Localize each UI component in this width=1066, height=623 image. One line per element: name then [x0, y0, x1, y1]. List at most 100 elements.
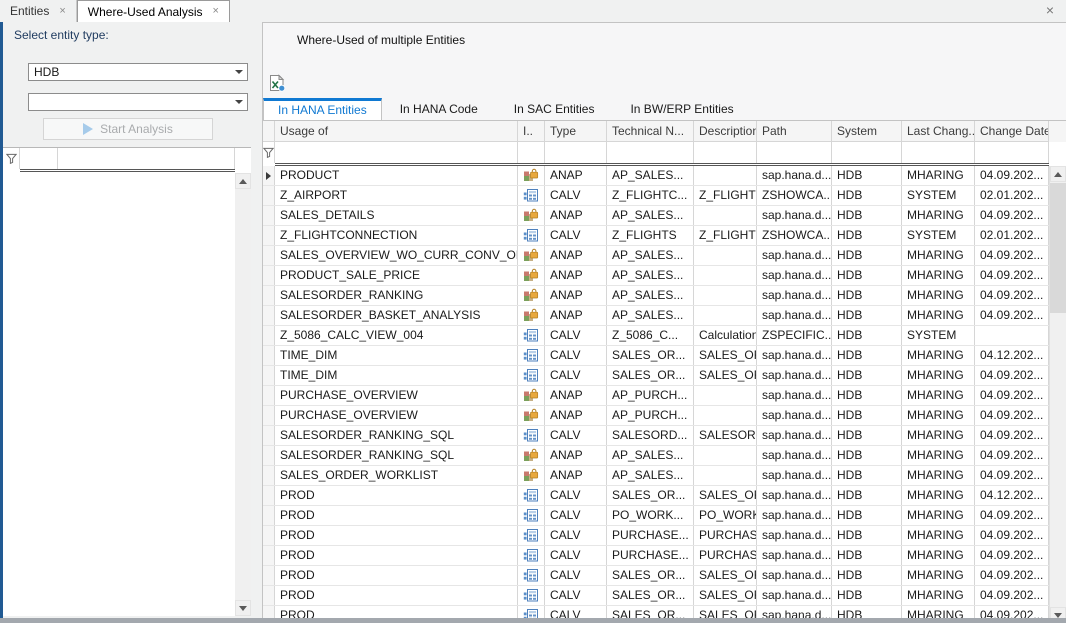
filter-cell[interactable]	[275, 142, 518, 163]
column-header-change-date[interactable]: Change Date	[975, 121, 1049, 142]
filter-cell[interactable]	[694, 142, 757, 163]
chevron-down-icon[interactable]	[231, 94, 247, 110]
chevron-down-icon[interactable]	[231, 64, 247, 80]
last-changed-cell: MHARING	[902, 386, 975, 405]
column-header-usage-of[interactable]: Usage of	[275, 121, 518, 142]
calv-icon	[518, 586, 545, 605]
table-row[interactable]: SALESORDER_BASKET_ANALYSIS ANAP AP_SALES…	[263, 306, 1066, 326]
row-indicator	[263, 246, 275, 265]
filter-funnel-icon[interactable]	[3, 148, 20, 169]
table-row[interactable]: SALESORDER_RANKING_SQL ANAP AP_SALES... …	[263, 446, 1066, 466]
excel-export-icon	[268, 74, 286, 92]
technical-name-cell: AP_SALES...	[607, 286, 694, 305]
last-changed-cell: SYSTEM	[902, 186, 975, 205]
filter-cell[interactable]	[757, 142, 832, 163]
column-header-type[interactable]: Type	[545, 121, 607, 142]
technical-name-cell: Z_5086_C...	[607, 326, 694, 345]
change-date-cell: 04.09.202...	[975, 406, 1049, 425]
column-header-icon[interactable]: I..	[518, 121, 545, 142]
table-row[interactable]: SALES_DETAILS ANAP AP_SALES... sap.hana.…	[263, 206, 1066, 226]
start-analysis-label: Start Analysis	[100, 122, 173, 136]
filter-cell[interactable]	[518, 142, 545, 163]
export-to-excel-button[interactable]	[267, 73, 287, 93]
table-row[interactable]: PROD CALV PURCHASE... PURCHASE... sap.ha…	[263, 546, 1066, 566]
filter-cell[interactable]	[545, 142, 607, 163]
tab-close-icon[interactable]: ×	[59, 6, 65, 17]
tab-entities[interactable]: Entities ×	[0, 0, 77, 22]
filter-cell[interactable]	[58, 148, 235, 169]
scrollbar-thumb[interactable]	[1050, 183, 1066, 313]
table-row[interactable]: PRODUCT ANAP AP_SALES... sap.hana.d... H…	[263, 166, 1066, 186]
filter-cell[interactable]	[975, 142, 1049, 163]
entity-dropdown[interactable]	[28, 93, 248, 111]
system-cell: HDB	[832, 186, 902, 205]
filter-cell[interactable]	[20, 148, 58, 169]
entity-type-dropdown[interactable]: HDB	[28, 63, 248, 81]
tab-in-hana-entities[interactable]: In HANA Entities	[263, 98, 382, 120]
close-icon[interactable]: ×	[1046, 3, 1054, 17]
result-tab-strip: In HANA Entities In HANA Code In SAC Ent…	[263, 98, 752, 120]
description-cell: SALESORD...	[694, 426, 757, 445]
type-cell: CALV	[545, 226, 607, 245]
tab-close-icon[interactable]: ×	[213, 6, 219, 17]
table-scrollbar[interactable]	[1049, 166, 1066, 623]
table-row[interactable]: Z_FLIGHTCONNECTION CALV Z_FLIGHTS Z_FLIG…	[263, 226, 1066, 246]
type-cell: ANAP	[545, 286, 607, 305]
table-row[interactable]: Z_5086_CALC_VIEW_004 CALV Z_5086_C... Ca…	[263, 326, 1066, 346]
table-row[interactable]: SALES_OVERVIEW_WO_CURR_CONV_OPT ANAP AP_…	[263, 246, 1066, 266]
table-row[interactable]: PROD CALV PO_WORK... PO_WORK... sap.hana…	[263, 506, 1066, 526]
usage-of-cell: SALESORDER_RANKING	[275, 286, 518, 305]
type-cell: ANAP	[545, 246, 607, 265]
column-header-technical-name[interactable]: Technical N...	[607, 121, 694, 142]
tab-in-bw-erp-entities[interactable]: In BW/ERP Entities	[612, 99, 751, 120]
column-header-system[interactable]: System	[832, 121, 902, 142]
calv-icon	[518, 486, 545, 505]
type-cell: ANAP	[545, 386, 607, 405]
scroll-up-icon[interactable]	[1050, 166, 1066, 182]
column-header-last-changed[interactable]: Last Chang...	[902, 121, 975, 142]
last-changed-cell: MHARING	[902, 466, 975, 485]
table-row[interactable]: SALESORDER_RANKING_SQL CALV SALESORD... …	[263, 426, 1066, 446]
row-indicator	[263, 366, 275, 385]
path-cell: sap.hana.d...	[757, 306, 832, 325]
entity-selection-panel: Select entity type: HDB Start Analysis	[0, 22, 262, 623]
table-row[interactable]: Z_AIRPORT CALV Z_FLIGHTC... Z_FLIGHTC...…	[263, 186, 1066, 206]
filter-cell[interactable]	[902, 142, 975, 163]
scroll-up-icon[interactable]	[235, 173, 251, 189]
description-cell: Z_FLIGHTS	[694, 226, 757, 245]
table-row[interactable]: PROD CALV SALES_OR... SALES_OR... sap.ha…	[263, 486, 1066, 506]
table-row[interactable]: TIME_DIM CALV SALES_OR... SALES_OR... sa…	[263, 346, 1066, 366]
row-indicator	[263, 166, 275, 185]
tab-where-used-analysis[interactable]: Where-Used Analysis ×	[77, 0, 230, 22]
entity-list-scrollbar[interactable]	[235, 173, 251, 616]
start-analysis-button[interactable]: Start Analysis	[43, 118, 213, 140]
filter-cell[interactable]	[607, 142, 694, 163]
table-row[interactable]: PURCHASE_OVERVIEW ANAP AP_PURCH... sap.h…	[263, 406, 1066, 426]
table-row[interactable]: SALESORDER_RANKING ANAP AP_SALES... sap.…	[263, 286, 1066, 306]
usage-of-cell: SALES_OVERVIEW_WO_CURR_CONV_OPT	[275, 246, 518, 265]
tab-in-sac-entities[interactable]: In SAC Entities	[496, 99, 613, 120]
column-header-description[interactable]: Description	[694, 121, 757, 142]
table-row[interactable]: PRODUCT_SALE_PRICE ANAP AP_SALES... sap.…	[263, 266, 1066, 286]
table-row[interactable]: SALES_ORDER_WORKLIST ANAP AP_SALES... sa…	[263, 466, 1066, 486]
change-date-cell: 04.09.202...	[975, 566, 1049, 585]
table-row[interactable]: PROD CALV SALES_OR... SALES_OR... sap.ha…	[263, 566, 1066, 586]
scroll-down-icon[interactable]	[235, 600, 251, 616]
window-bottom-edge	[0, 618, 1066, 623]
table-row[interactable]: TIME_DIM CALV SALES_OR... SALES_OR... sa…	[263, 366, 1066, 386]
technical-name-cell: AP_SALES...	[607, 246, 694, 265]
play-icon	[83, 123, 93, 135]
table-row[interactable]: PURCHASE_OVERVIEW ANAP AP_PURCH... sap.h…	[263, 386, 1066, 406]
table-row[interactable]: PROD CALV PURCHASE... PURCHASE... sap.ha…	[263, 526, 1066, 546]
table-row[interactable]: PROD CALV SALES_OR... SALES_OR... sap.ha…	[263, 586, 1066, 606]
system-cell: HDB	[832, 226, 902, 245]
calv-icon	[518, 226, 545, 245]
description-cell: SALES_OR...	[694, 566, 757, 585]
filter-funnel-icon[interactable]	[263, 142, 275, 163]
anap-icon	[518, 446, 545, 465]
calv-icon	[518, 346, 545, 365]
column-header-path[interactable]: Path	[757, 121, 832, 142]
tab-in-hana-code[interactable]: In HANA Code	[382, 99, 496, 120]
where-used-result-panel: Where-Used of multiple Entities In HANA …	[262, 22, 1066, 623]
filter-cell[interactable]	[832, 142, 902, 163]
